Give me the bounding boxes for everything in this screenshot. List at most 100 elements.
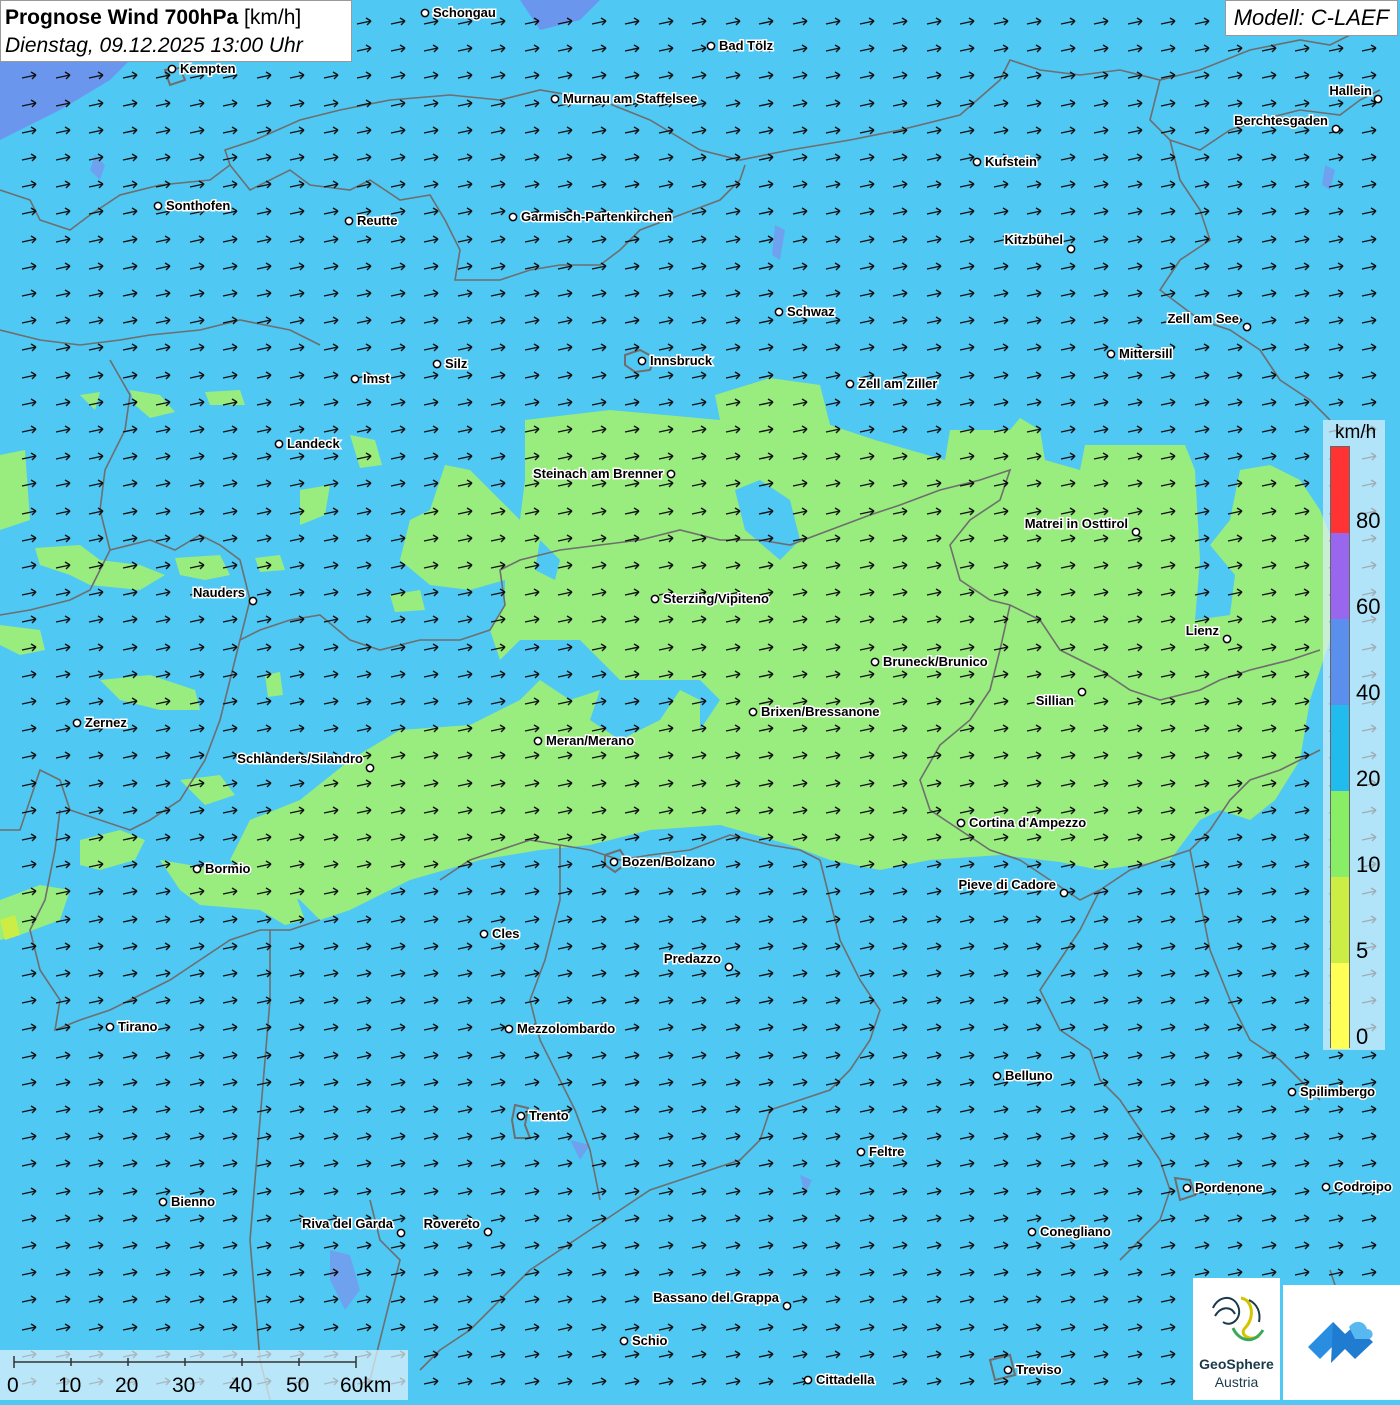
city-dot-imst — [350, 374, 360, 384]
city-label-belluno: Belluno — [1005, 1068, 1053, 1083]
city-dot-cortina-d-ampezzo — [956, 818, 966, 828]
scale-label-10: 10 — [58, 1374, 82, 1397]
city-dot-silz — [432, 359, 442, 369]
legend-seg-0 — [1331, 963, 1349, 1049]
city-dot-schwaz — [774, 307, 784, 317]
legend-tick-5: 5 — [1356, 938, 1369, 963]
color-legend: km/h 80 60 40 20 10 5 0 — [1323, 420, 1385, 1050]
legend-seg-80 — [1331, 447, 1349, 533]
city-dot-cittadella — [803, 1375, 813, 1385]
city-label-tirano: Tirano — [118, 1019, 158, 1034]
city-label-bienno: Bienno — [171, 1194, 215, 1209]
map-datetime: Dienstag, 09.12.2025 13:00 Uhr — [5, 34, 303, 57]
city-label-rovereto: Rovereto — [424, 1216, 480, 1231]
city-label-bormio: Bormio — [205, 861, 251, 876]
legend-seg-10 — [1331, 791, 1349, 877]
city-dot-kitzb-hel — [1066, 244, 1076, 254]
city-dot-predazzo — [724, 962, 734, 972]
city-label-riva-del-garda: Riva del Garda — [302, 1216, 394, 1231]
scale-bar-line — [13, 1356, 357, 1368]
app-logo-icon — [1308, 1321, 1373, 1363]
legend-seg-5 — [1331, 877, 1349, 963]
city-label-predazzo: Predazzo — [664, 951, 721, 966]
city-dot-bruneck-brunico — [870, 657, 880, 667]
app-logo[interactable] — [1283, 1285, 1400, 1400]
city-label-lienz: Lienz — [1186, 623, 1220, 638]
city-label-schlanders-silandro: Schlanders/Silandro — [237, 751, 363, 766]
city-label-schio: Schio — [632, 1333, 667, 1348]
geosphere-logo-sub: Austria — [1214, 1374, 1259, 1390]
city-label-bruneck-brunico: Bruneck/Brunico — [883, 654, 988, 669]
city-label-nauders: Nauders — [193, 585, 245, 600]
title-box: Prognose Wind 700hPa [km/h] Dienstag, 09… — [0, 0, 352, 62]
city-label-sillian: Sillian — [1036, 693, 1074, 708]
legend-tick-60: 60 — [1356, 594, 1381, 619]
city-label-brixen-bressanone: Brixen/Bressanone — [761, 704, 880, 719]
city-dot-codroipo — [1321, 1182, 1331, 1192]
city-label-kempten: Kempten — [180, 61, 236, 76]
scale-bar: 0 10 20 30 40 50 60km — [0, 1350, 408, 1400]
city-label-meran-merano: Meran/Merano — [546, 733, 634, 748]
city-dot-garmisch-partenkirchen — [508, 212, 518, 222]
city-dot-cles — [479, 929, 489, 939]
city-label-sonthofen: Sonthofen — [166, 198, 230, 213]
city-label-zell-am-see: Zell am See — [1167, 311, 1239, 326]
city-dot-reutte — [344, 216, 354, 226]
city-dot-landeck — [274, 439, 284, 449]
city-dot-tirano — [105, 1022, 115, 1032]
city-label-sterzing-vipiteno: Sterzing/Vipiteno — [663, 591, 769, 606]
legend-unit: km/h — [1335, 422, 1377, 443]
city-dot-bozen-bolzano — [609, 857, 619, 867]
wind-map[interactable]: Schongau Bad Tölz Kempten Murnau am Staffel… — [0, 0, 1400, 1400]
city-label-murnau-am-staffelsee: Murnau am Staffelsee — [563, 91, 697, 106]
city-dot-trento — [516, 1111, 526, 1121]
city-dot-bienno — [158, 1197, 168, 1207]
city-dot-schongau — [420, 8, 430, 18]
city-label-codroipo: Codroipo — [1334, 1179, 1392, 1194]
city-label-innsbruck: Innsbruck — [650, 353, 713, 368]
city-dot-innsbruck — [637, 356, 647, 366]
city-label-conegliano: Conegliano — [1040, 1224, 1111, 1239]
city-dot-bad-t-lz — [706, 41, 716, 51]
city-dot-nauders — [248, 596, 258, 606]
city-dot-murnau-am-staffelsee — [550, 94, 560, 104]
city-dot-berchtesgaden — [1331, 124, 1341, 134]
city-dot-feltre — [856, 1147, 866, 1157]
city-dot-zell-am-see — [1242, 322, 1252, 332]
city-label-treviso: Treviso — [1016, 1362, 1062, 1377]
scale-label-40: 40 — [229, 1374, 253, 1397]
city-dot-lienz — [1222, 634, 1232, 644]
city-dot-spilimbergo — [1287, 1087, 1297, 1097]
city-dot-bormio — [192, 864, 202, 874]
city-dot-hallein — [1373, 94, 1383, 104]
city-label-pordenone: Pordenone — [1195, 1180, 1263, 1195]
city-label-zernez: Zernez — [85, 715, 127, 730]
city-dot-matrei-in-osttirol — [1131, 527, 1141, 537]
city-label-mezzolombardo: Mezzolombardo — [517, 1021, 615, 1036]
city-dot-treviso — [1003, 1365, 1013, 1375]
scale-label-0: 0 — [7, 1374, 19, 1397]
legend-seg-60 — [1331, 533, 1349, 619]
city-dot-conegliano — [1027, 1227, 1037, 1237]
city-label-spilimbergo: Spilimbergo — [1300, 1084, 1375, 1099]
city-label-garmisch-partenkirchen: Garmisch-Partenkirchen — [521, 209, 672, 224]
city-dot-schlanders-silandro — [365, 763, 375, 773]
geosphere-logo-icon — [1212, 1296, 1265, 1342]
city-label-kufstein: Kufstein — [985, 154, 1037, 169]
city-label-zell-am-ziller: Zell am Ziller — [858, 376, 937, 391]
geosphere-logo[interactable]: GeoSphere Austria — [1193, 1278, 1280, 1400]
city-label-mittersill: Mittersill — [1119, 346, 1172, 361]
map-title: Prognose Wind 700hPa [km/h] — [5, 4, 347, 32]
city-label-silz: Silz — [445, 356, 468, 371]
city-label-feltre: Feltre — [869, 1144, 904, 1159]
city-dot-mezzolombardo — [504, 1024, 514, 1034]
city-label-hallein: Hallein — [1329, 83, 1372, 98]
legend-tick-10: 10 — [1356, 852, 1381, 877]
city-label-matrei-in-osttirol: Matrei in Osttirol — [1025, 516, 1128, 531]
city-label-kitzb-hel: Kitzbühel — [1005, 232, 1064, 247]
city-label-landeck: Landeck — [287, 436, 341, 451]
city-dot-sterzing-vipiteno — [650, 594, 660, 604]
scale-label-50: 50 — [286, 1374, 310, 1397]
city-dot-zell-am-ziller — [845, 379, 855, 389]
legend-tick-80: 80 — [1356, 508, 1381, 533]
